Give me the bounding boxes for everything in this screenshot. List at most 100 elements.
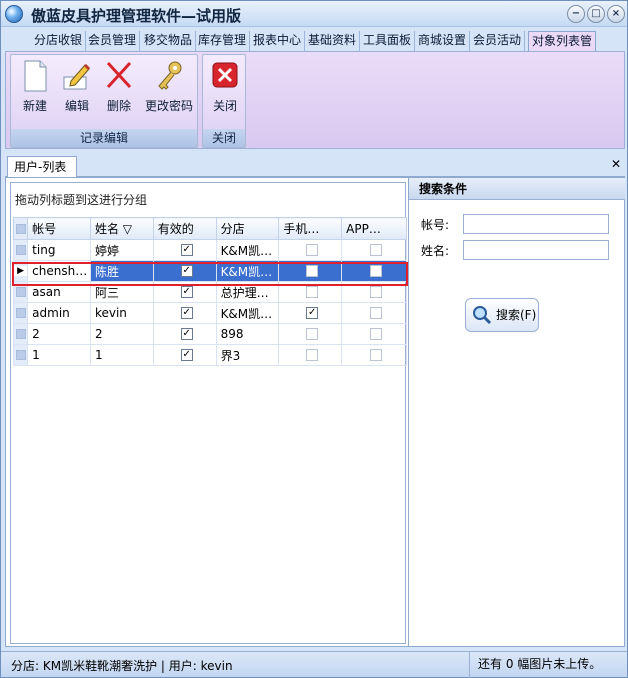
tab-inventory[interactable]: 库存管理 [195, 31, 251, 51]
tab-mall-settings[interactable]: 商城设置 [415, 31, 471, 51]
minimize-button[interactable]: − [567, 5, 585, 23]
checkbox-unchecked-icon[interactable] [370, 286, 383, 298]
row-indicator[interactable] [12, 344, 29, 366]
cell-valid[interactable]: ✓ [152, 302, 217, 324]
name-input[interactable] [463, 240, 609, 260]
cell-name[interactable]: kevin [89, 302, 154, 324]
checkbox-checked-icon[interactable]: ✓ [180, 265, 193, 277]
tab-member-activity[interactable]: 会员活动 [470, 31, 526, 51]
checkbox-checked-icon[interactable]: ✓ [180, 244, 193, 256]
checkbox-unchecked-icon[interactable] [306, 349, 319, 361]
checkbox-unchecked-icon[interactable] [306, 286, 319, 298]
cell-account[interactable]: 2 [27, 323, 91, 345]
cell-store[interactable]: K&M凯… [215, 239, 280, 261]
table-row[interactable]: ▶ chensh… 陈胜 ✓ K&M凯… [12, 260, 407, 282]
table-row[interactable]: ting 婷婷 ✓ K&M凯… [12, 239, 407, 261]
cell-mobile[interactable] [278, 260, 343, 282]
tab-transfer-items[interactable]: 移交物品 [141, 31, 197, 51]
cell-account[interactable]: chensh… [27, 260, 91, 282]
cell-store[interactable]: 898 [215, 323, 280, 345]
close-tab-icon[interactable]: ✕ [609, 158, 623, 172]
account-input[interactable] [463, 214, 609, 234]
cell-valid[interactable]: ✓ [152, 281, 217, 303]
cell-name[interactable]: 2 [89, 323, 154, 345]
table-row[interactable]: admin kevin ✓ K&M凯… ✓ [12, 302, 407, 324]
new-button[interactable]: 新建 [17, 59, 53, 114]
menu-bar: 分店收银 会员管理 移交物品 库存管理 报表中心 基础资料 工具面板 商城设置 … [1, 28, 627, 52]
cell-valid[interactable]: ✓ [152, 260, 217, 282]
cell-app[interactable] [341, 281, 407, 303]
row-indicator[interactable] [12, 239, 29, 261]
cell-account[interactable]: 1 [27, 344, 91, 366]
cell-app[interactable] [341, 323, 407, 345]
tab-user-list[interactable]: 用户-列表 [7, 156, 77, 178]
status-bar: 分店: KM凯米鞋靴潮奢洗护 | 用户: kevin 还有 0 幅图片未上传。 [1, 651, 627, 678]
checkbox-unchecked-icon[interactable] [370, 265, 383, 277]
checkbox-unchecked-icon[interactable] [306, 265, 319, 277]
checkbox-unchecked-icon[interactable] [370, 328, 383, 340]
row-indicator[interactable] [12, 323, 29, 345]
cell-store[interactable]: K&M凯… [215, 260, 280, 282]
col-name[interactable]: 姓名 ▽ [89, 217, 154, 240]
cell-store[interactable]: K&M凯… [215, 302, 280, 324]
col-app[interactable]: APP… [341, 217, 407, 240]
checkbox-unchecked-icon[interactable] [370, 349, 383, 361]
checkbox-unchecked-icon[interactable] [370, 307, 383, 319]
close-window-button[interactable]: × [607, 5, 625, 23]
checkbox-checked-icon[interactable]: ✓ [306, 307, 319, 319]
close-button[interactable]: 关闭 [207, 59, 243, 114]
cell-name[interactable]: 陈胜 [89, 260, 154, 282]
tab-reports[interactable]: 报表中心 [250, 31, 306, 51]
cell-valid[interactable]: ✓ [152, 239, 217, 261]
tab-object-list[interactable]: 对象列表管 [528, 31, 597, 51]
cell-mobile[interactable] [278, 323, 343, 345]
cell-account[interactable]: ting [27, 239, 91, 261]
col-store[interactable]: 分店 [215, 217, 280, 240]
cell-account[interactable]: asan [27, 281, 91, 303]
app-logo-icon [5, 5, 23, 23]
col-valid[interactable]: 有效的 [152, 217, 217, 240]
cell-name[interactable]: 婷婷 [89, 239, 154, 261]
maximize-button[interactable]: □ [587, 5, 605, 23]
search-button[interactable]: 搜索(F) [465, 298, 539, 332]
cell-account[interactable]: admin [27, 302, 91, 324]
cell-mobile[interactable] [278, 344, 343, 366]
table-row[interactable]: 2 2 ✓ 898 [12, 323, 407, 345]
col-account[interactable]: 帐号 [27, 217, 91, 240]
cell-mobile[interactable] [278, 281, 343, 303]
cell-store[interactable]: 界3 [215, 344, 280, 366]
edit-button[interactable]: 编辑 [59, 59, 95, 114]
cell-app[interactable] [341, 344, 407, 366]
cell-name[interactable]: 1 [89, 344, 154, 366]
checkbox-unchecked-icon[interactable] [370, 244, 383, 256]
cell-valid[interactable]: ✓ [152, 344, 217, 366]
cell-app[interactable] [341, 239, 407, 261]
row-indicator[interactable]: ▶ [12, 260, 29, 282]
change-password-button[interactable]: 更改密码 [143, 59, 195, 114]
delete-button[interactable]: 删除 [101, 59, 137, 114]
tab-basic-data[interactable]: 基础资料 [305, 31, 361, 51]
checkbox-checked-icon[interactable]: ✓ [180, 328, 193, 340]
checkbox-checked-icon[interactable]: ✓ [180, 349, 193, 361]
cell-mobile[interactable] [278, 239, 343, 261]
checkbox-unchecked-icon[interactable] [306, 328, 319, 340]
cell-mobile[interactable]: ✓ [278, 302, 343, 324]
checkbox-unchecked-icon[interactable] [306, 244, 319, 256]
user-table-body: ting 婷婷 ✓ K&M凯… ▶ chensh… 陈胜 ✓ K&M凯… asan 阿三 ✓ 总护理… a… [12, 239, 407, 366]
col-mobile[interactable]: 手机… [278, 217, 343, 240]
tab-branch-checkout[interactable]: 分店收银 [31, 31, 87, 51]
cell-store[interactable]: 总护理… [215, 281, 280, 303]
row-indicator[interactable] [12, 281, 29, 303]
status-upload-info: 还有 0 幅图片未上传。 [469, 652, 627, 678]
cell-valid[interactable]: ✓ [152, 323, 217, 345]
row-indicator[interactable] [12, 302, 29, 324]
checkbox-checked-icon[interactable]: ✓ [180, 286, 193, 298]
tab-tools[interactable]: 工具面板 [360, 31, 416, 51]
checkbox-checked-icon[interactable]: ✓ [180, 307, 193, 319]
cell-name[interactable]: 阿三 [89, 281, 154, 303]
cell-app[interactable] [341, 260, 407, 282]
tab-member-management[interactable]: 会员管理 [85, 31, 141, 51]
table-row[interactable]: asan 阿三 ✓ 总护理… [12, 281, 407, 303]
table-row[interactable]: 1 1 ✓ 界3 [12, 344, 407, 366]
cell-app[interactable] [341, 302, 407, 324]
